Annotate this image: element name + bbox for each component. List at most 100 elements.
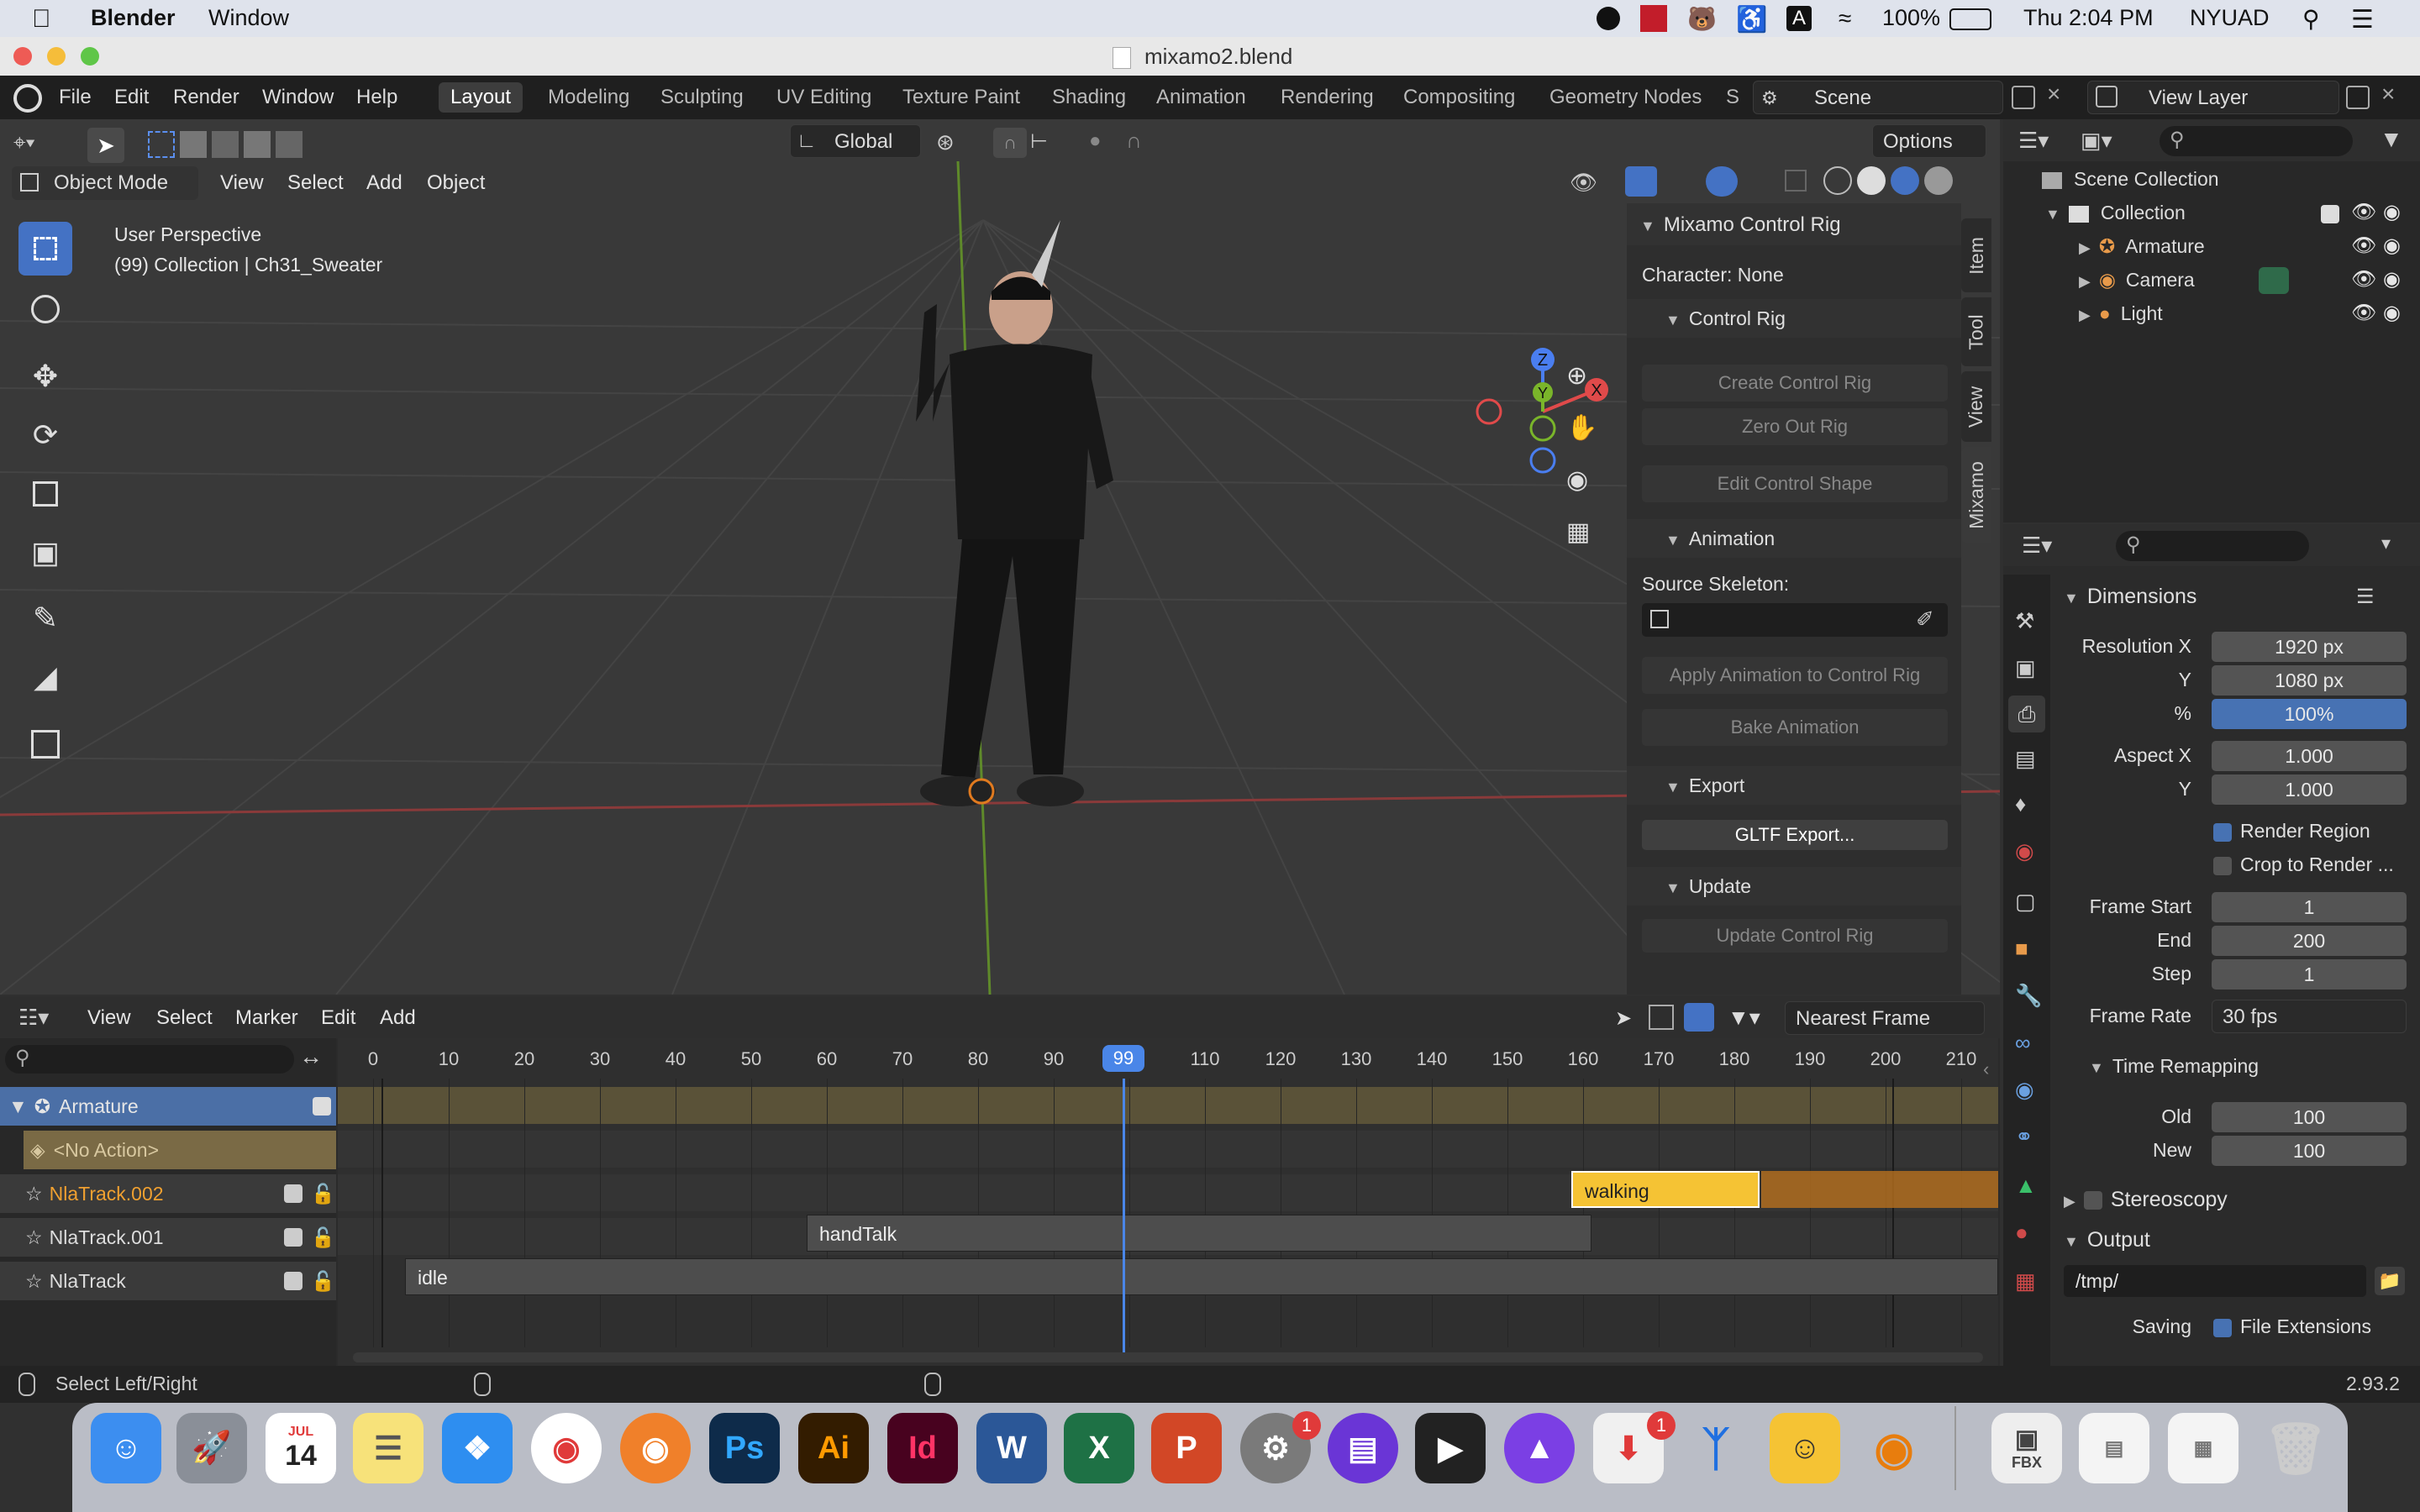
battery-icon[interactable] xyxy=(1949,8,1991,30)
light-visibility-icon[interactable]: 👁 xyxy=(2351,301,2376,325)
delete-scene-icon[interactable]: × xyxy=(2047,81,2060,108)
collection-exclude-checkbox[interactable] xyxy=(2321,205,2339,223)
user-name[interactable]: NYUAD xyxy=(2190,5,2270,31)
perspective-toggle-icon[interactable]: ▦ xyxy=(1566,517,1590,547)
delete-view-layer-icon[interactable]: × xyxy=(2381,81,2395,108)
frame-end-field[interactable]: 200 xyxy=(2212,926,2407,956)
texture-tab-icon[interactable]: ▦ xyxy=(2015,1268,2036,1294)
select-new-icon[interactable] xyxy=(148,131,175,158)
tab-modeling[interactable]: Modeling xyxy=(536,82,641,113)
nla-menu-edit[interactable]: Edit xyxy=(321,1006,355,1030)
gizmo-y-label[interactable]: Y xyxy=(1538,385,1548,402)
zoom-view-icon[interactable]: ⊕ xyxy=(1566,361,1587,391)
track-002-mute-checkbox[interactable] xyxy=(284,1184,302,1203)
camera-render-icon[interactable]: ◉ xyxy=(2383,267,2401,291)
horizontal-scrollbar[interactable] xyxy=(353,1352,1983,1362)
playhead-line[interactable] xyxy=(1123,1079,1125,1356)
tab-layout[interactable]: Layout xyxy=(439,82,523,113)
sidebar-tab-item[interactable]: Item xyxy=(1961,218,1991,292)
tab-shading[interactable]: Shading xyxy=(1040,82,1138,113)
downloads-stack-icon[interactable]: ▤ xyxy=(2079,1413,2149,1483)
clock[interactable]: Thu 2:04 PM xyxy=(2023,5,2154,31)
editor-type-icon[interactable]: ⌖▾ xyxy=(13,129,66,163)
menu-file[interactable]: File xyxy=(59,86,92,109)
window-menu[interactable]: Window xyxy=(208,5,289,31)
collection-render-icon[interactable]: ◉ xyxy=(2383,200,2401,224)
armature-render-icon[interactable]: ◉ xyxy=(2383,234,2401,258)
options-dropdown[interactable]: Options xyxy=(1872,124,1986,158)
accessibility-icon[interactable]: ♿ xyxy=(1736,5,1767,34)
photoshop-icon[interactable]: Ps xyxy=(709,1413,780,1483)
outliner-scene-collection[interactable]: Scene Collection xyxy=(2074,168,2219,190)
tool-add-cube[interactable] xyxy=(18,717,72,771)
track-001-mute-checkbox[interactable] xyxy=(284,1228,302,1247)
outliner-item-armature[interactable]: Armature xyxy=(2125,235,2205,257)
chrome-icon[interactable]: ◉ xyxy=(531,1413,602,1483)
scene-tab-icon[interactable]: ♦ xyxy=(2015,791,2026,817)
aspect-y-field[interactable]: 1.000 xyxy=(2212,774,2407,805)
nla-menu-select[interactable]: Select xyxy=(156,1006,213,1030)
time-remapping-header[interactable]: Time Remapping xyxy=(2112,1055,2259,1077)
tool-move[interactable]: ✥ xyxy=(18,349,72,403)
sidebar-tab-tool[interactable]: Tool xyxy=(1961,297,1991,366)
mode-dropdown[interactable]: Object Mode xyxy=(12,166,198,200)
scene-selector[interactable]: Scene xyxy=(1753,81,2003,114)
menu-window[interactable]: Window xyxy=(262,86,334,109)
tab-sculpting[interactable]: Sculpting xyxy=(649,82,755,113)
swap-icon[interactable]: ↔ xyxy=(299,1043,323,1070)
outliner-item-camera[interactable]: Camera xyxy=(2126,269,2195,291)
render-tab-icon[interactable]: ▣ xyxy=(2015,655,2036,681)
tab-texture-paint[interactable]: Texture Paint xyxy=(891,82,1032,113)
view-layer-tab-icon[interactable]: ▤ xyxy=(2015,746,2036,772)
word-icon[interactable]: W xyxy=(976,1413,1047,1483)
properties-options-icon[interactable]: ▾ xyxy=(2381,533,2391,554)
resolution-percent-field[interactable]: 100% xyxy=(2212,699,2407,729)
camera-view-icon[interactable]: ◉ xyxy=(1566,465,1588,495)
gizmo-x-label[interactable]: X xyxy=(1591,381,1602,400)
sidebar-tab-mixamo[interactable]: Mixamo xyxy=(1961,447,1991,543)
track-000-lock-icon[interactable]: 🔓 xyxy=(311,1262,335,1300)
filter-icon[interactable]: ▼ xyxy=(2380,126,2403,153)
calendar-icon[interactable]: JUL 14 xyxy=(266,1413,336,1483)
tool-scale[interactable] xyxy=(18,467,72,521)
new-scene-icon[interactable] xyxy=(2012,86,2035,109)
stereoscopy-checkbox[interactable] xyxy=(2083,1191,2102,1210)
tool-rotate[interactable]: ⟳ xyxy=(18,408,72,462)
update-subpanel-header[interactable]: ▼ Update xyxy=(1627,867,1961,906)
gizmo-toggle-icon[interactable] xyxy=(1625,166,1657,197)
select-invert-icon[interactable] xyxy=(244,131,271,158)
snap-mode-dropdown[interactable]: Nearest Frame xyxy=(1785,1001,1985,1035)
solo-star-icon-001[interactable]: ☆ xyxy=(25,1226,43,1248)
blender-dock-icon[interactable]: ◉ xyxy=(1859,1413,1929,1483)
camera-data-icon[interactable] xyxy=(2259,267,2289,294)
select-tool-icon[interactable]: ➤ xyxy=(87,128,124,163)
file-extensions-checkbox[interactable] xyxy=(2213,1318,2232,1337)
viewport-menu-view[interactable]: View xyxy=(220,171,264,195)
wireframe-shading-icon[interactable] xyxy=(1823,166,1852,195)
collection-visibility-icon[interactable]: 👁 xyxy=(2351,200,2376,224)
stereoscopy-header[interactable]: Stereoscopy xyxy=(2111,1188,2228,1211)
pivot-point-icon[interactable]: ⊛ xyxy=(936,129,955,155)
properties-search-input[interactable]: ⚲ xyxy=(2116,531,2309,561)
update-control-rig-button[interactable]: Update Control Rig xyxy=(1642,919,1948,953)
bluetooth-icon[interactable]: ᛉ xyxy=(1681,1413,1751,1483)
remap-old-field[interactable]: 100 xyxy=(2212,1102,2407,1132)
tool-annotate[interactable]: ✎ xyxy=(18,591,72,645)
show-hidden-icon[interactable] xyxy=(1649,1005,1674,1030)
snap-toggle-icon[interactable]: ∩ xyxy=(993,128,1027,158)
firefox-icon[interactable]: ◉ xyxy=(620,1413,691,1483)
close-window-button[interactable] xyxy=(13,47,32,66)
menu-help[interactable]: Help xyxy=(356,86,397,109)
material-tab-icon[interactable]: ● xyxy=(2015,1220,2028,1246)
frame-step-field[interactable]: 1 xyxy=(2212,959,2407,990)
excel-icon[interactable]: X xyxy=(1064,1413,1134,1483)
camera-visibility-icon[interactable]: 👁 xyxy=(2351,267,2376,291)
control-rig-subpanel-header[interactable]: ▼ Control Rig xyxy=(1627,299,1961,338)
tool-measure[interactable]: ◢ xyxy=(18,650,72,704)
solo-star-icon-000[interactable]: ☆ xyxy=(25,1270,43,1292)
region-toggle-icon[interactable]: ‹ xyxy=(1983,1058,1989,1080)
input-source-icon[interactable]: A xyxy=(1786,6,1812,31)
collection-tab-icon[interactable]: ▢ xyxy=(2015,889,2036,915)
world-tab-icon[interactable]: ◉ xyxy=(2015,838,2034,864)
wifi-icon[interactable]: ≈ xyxy=(1839,5,1851,32)
